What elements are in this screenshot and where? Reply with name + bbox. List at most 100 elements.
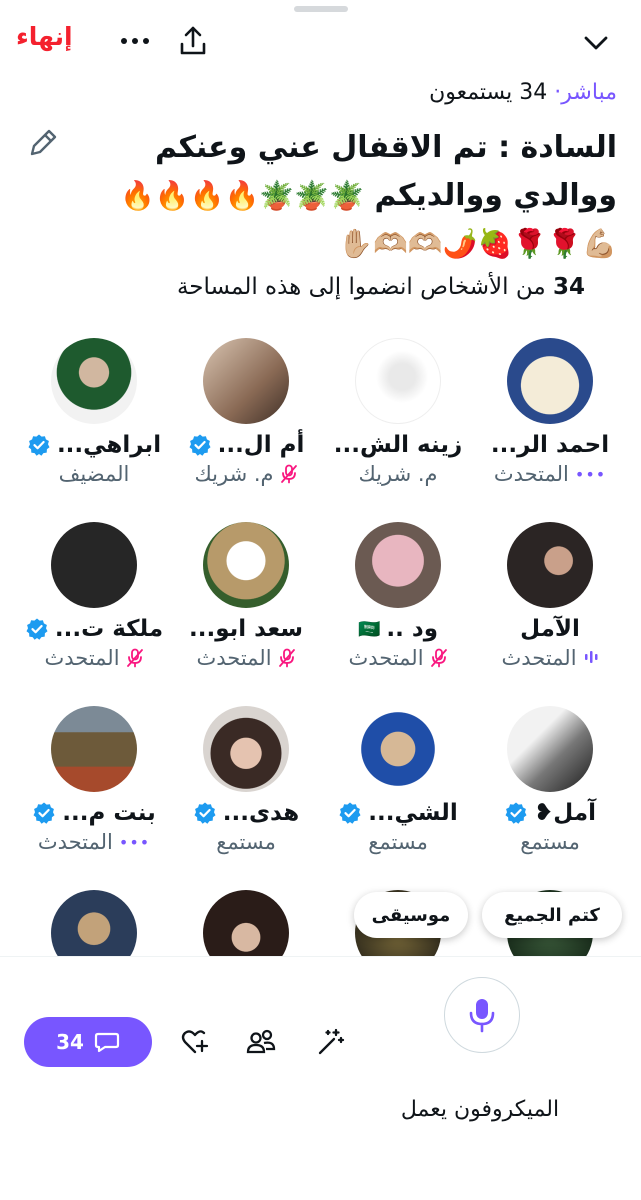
verified-badge-icon — [32, 801, 56, 825]
participant-role: المضيف — [58, 462, 130, 486]
participant-name: أم ال... — [217, 432, 305, 458]
avatar — [203, 890, 289, 958]
participant-role: المتحدث — [348, 646, 424, 670]
participant-name-row: ابراهي... — [18, 432, 170, 458]
participant-role: مستمع — [520, 830, 580, 854]
participant-role-row: المتحدث — [170, 646, 322, 670]
chat-bubble-icon — [94, 1032, 120, 1053]
participant-name: هدى... — [222, 800, 300, 826]
avatar — [355, 522, 441, 608]
participant-role-row: م. شريك — [322, 462, 474, 486]
avatar — [203, 706, 289, 792]
participant-role: المتحدث — [493, 462, 569, 486]
participant-name: ود .. — [386, 616, 439, 642]
people-icon[interactable] — [246, 1027, 276, 1057]
comments-count: 34 — [56, 1030, 84, 1054]
participant-role: المتحدث — [501, 646, 577, 670]
participant-card[interactable]: الشي... مستمع — [322, 706, 474, 886]
joined-text: من الأشخاص انضموا إلى هذه المساحة — [176, 274, 546, 300]
music-button[interactable]: موسيقى — [354, 892, 468, 938]
verified-badge-icon — [504, 801, 528, 825]
mute-all-button[interactable]: كتم الجميع — [482, 892, 622, 938]
more-horizontal-icon[interactable] — [118, 26, 152, 56]
participant-card[interactable]: هدى... مستمع — [170, 706, 322, 886]
comments-button[interactable]: 34 — [24, 1017, 152, 1067]
participant-card[interactable]: الآمل المتحدث — [474, 522, 626, 702]
heart-plus-icon[interactable] — [180, 1027, 210, 1057]
participant-name-row: هدى... — [170, 800, 322, 826]
participant-name: آمل❥ — [534, 800, 596, 826]
share-icon[interactable] — [176, 24, 210, 58]
participant-card[interactable] — [170, 890, 322, 958]
avatar — [51, 706, 137, 792]
participant-card[interactable]: ود .. 🇸🇦 المتحدث — [322, 522, 474, 702]
participant-role: م. شريك — [358, 462, 438, 486]
verified-badge-icon — [25, 617, 49, 641]
title-emojis-2: 💪🏼🌹🌹🍓🌶️🫶🏼🫶🏼✋🏼 — [338, 227, 617, 260]
participant-role: مستمع — [216, 830, 276, 854]
participant-card[interactable]: آمل❥ مستمع — [474, 706, 626, 886]
participant-name: الآمل — [520, 616, 580, 642]
avatar — [203, 338, 289, 424]
participant-role-row: المتحدث — [474, 646, 626, 670]
microphone-status: الميكروفون يعمل — [400, 1097, 560, 1122]
title-emojis: 🪴🪴🪴🔥🔥🔥🔥 — [119, 179, 365, 212]
participant-role: مستمع — [368, 830, 428, 854]
bottom-bar: 34 الميكروفون يعمل — [0, 956, 641, 1200]
participant-name-row: بنت م... — [18, 800, 170, 826]
pencil-icon[interactable] — [26, 126, 60, 160]
verified-badge-icon — [338, 801, 362, 825]
participant-name-row: زينه الش... — [322, 432, 474, 458]
participant-role-row: المتحدث — [18, 646, 170, 670]
participant-card[interactable]: ابراهي... المضيف — [18, 338, 170, 518]
sheet-grabber[interactable] — [293, 6, 348, 12]
participant-role-row: ••• المتحدث — [474, 462, 626, 486]
avatar — [355, 706, 441, 792]
participant-card[interactable]: احمد الر... ••• المتحدث — [474, 338, 626, 518]
participant-name: الشي... — [368, 800, 458, 826]
end-space-button[interactable]: إنهاء — [16, 22, 73, 51]
magic-wand-icon[interactable] — [316, 1027, 346, 1057]
participant-role-row: مستمع — [474, 830, 626, 854]
mic-muted-icon — [126, 648, 144, 668]
participant-card[interactable]: زينه الش... م. شريك — [322, 338, 474, 518]
participant-name-row: سعد ابو... — [170, 616, 322, 642]
participant-card[interactable] — [18, 890, 170, 958]
participant-name-row: الآمل — [474, 616, 626, 642]
listener-count: 34 يستمعون — [429, 80, 548, 105]
participant-name-row: احمد الر... — [474, 432, 626, 458]
mic-muted-icon — [278, 648, 296, 668]
flag-icon: 🇸🇦 — [358, 618, 381, 640]
activity-dots-icon: ••• — [118, 832, 151, 852]
verified-badge-icon — [193, 801, 217, 825]
participant-name: زينه الش... — [333, 432, 463, 458]
participant-name-row: ود .. 🇸🇦 — [322, 616, 474, 642]
joined-summary: 34 من الأشخاص انضموا إلى هذه المساحة — [177, 274, 585, 300]
avatar — [51, 890, 137, 958]
activity-dots-icon: ••• — [574, 464, 607, 484]
top-bar: إنهاء — [0, 22, 641, 68]
participant-name-row: أم ال... — [170, 432, 322, 458]
avatar — [355, 338, 441, 424]
avatar — [507, 522, 593, 608]
space-title: السادة : تم الاقفال عني وعنكم ووالدي ووا… — [97, 124, 617, 268]
participant-card[interactable]: بنت م... ••• المتحدث — [18, 706, 170, 886]
participant-role: المتحدث — [44, 646, 120, 670]
participant-role-row: مستمع — [322, 830, 474, 854]
mic-muted-icon — [280, 464, 298, 484]
joined-count: 34 — [552, 274, 585, 300]
participants-grid: احمد الر... ••• المتحدث زينه الش... م. شريك أ… — [16, 338, 626, 958]
participant-name: سعد ابو... — [188, 616, 304, 642]
participant-name: بنت م... — [62, 800, 156, 826]
microphone-button[interactable] — [444, 977, 520, 1053]
participant-name: ملكة ت... — [54, 616, 164, 642]
participant-card[interactable]: ملكة ت... المتحدث — [18, 522, 170, 702]
participant-card[interactable]: سعد ابو... المتحدث — [170, 522, 322, 702]
participant-role-row: ••• المتحدث — [18, 830, 170, 854]
mic-muted-icon — [430, 648, 448, 668]
participant-card[interactable]: أم ال... م. شريك — [170, 338, 322, 518]
live-indicator: مباشر· — [554, 80, 617, 105]
chevron-down-icon[interactable] — [581, 30, 611, 56]
participant-role: المتحدث — [37, 830, 113, 854]
participant-name-row: آمل❥ — [474, 800, 626, 826]
